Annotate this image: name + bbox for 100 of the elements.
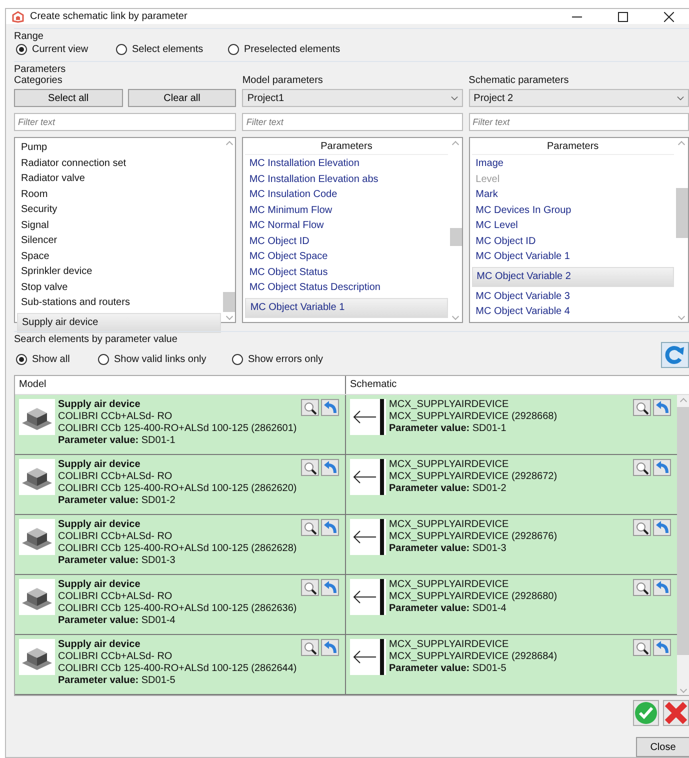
value-label: Parameter value: bbox=[58, 495, 139, 506]
element-title: Supply air device bbox=[58, 399, 142, 411]
list-item[interactable]: MC Object Variable 1 bbox=[245, 298, 448, 318]
list-item[interactable]: MC Object Space bbox=[245, 249, 448, 264]
list-item[interactable]: MC Minimum Flow bbox=[245, 202, 448, 218]
list-item[interactable]: MC Object Variable 1 bbox=[472, 249, 674, 264]
close-button[interactable]: Close bbox=[636, 737, 689, 757]
zoom-button[interactable] bbox=[633, 399, 651, 416]
element-detail: COLIBRI CCb 125-400-RO+ALSd 100-125 (2862620) bbox=[58, 483, 297, 495]
radio-option[interactable]: Current view bbox=[16, 44, 116, 55]
list-item[interactable]: MC Installation Elevation bbox=[245, 156, 448, 172]
zoom-button[interactable] bbox=[633, 639, 651, 656]
refresh-button[interactable] bbox=[661, 342, 689, 368]
list-item[interactable]: Sub-stations and routers bbox=[17, 295, 222, 310]
device-drawing bbox=[19, 639, 55, 675]
value-label: Parameter value: bbox=[389, 483, 470, 494]
list-item[interactable]: MC Object ID bbox=[245, 234, 448, 249]
zoom-button[interactable] bbox=[301, 459, 319, 476]
list-item[interactable]: Sprinkler device bbox=[17, 264, 222, 280]
maximize-icon[interactable] bbox=[618, 12, 628, 22]
action-button[interactable]: Clear all bbox=[128, 89, 236, 107]
list-item[interactable]: Stop valve bbox=[17, 280, 222, 295]
project-dropdown[interactable]: Project1 bbox=[242, 89, 463, 107]
radio-option[interactable]: Show all bbox=[16, 354, 98, 364]
list-item[interactable]: Mark bbox=[472, 187, 674, 202]
group-label: Search elements by parameter value bbox=[14, 334, 178, 345]
column-label: Model parameters bbox=[242, 75, 324, 86]
zoom-button[interactable] bbox=[301, 579, 319, 596]
list-item[interactable]: MC Level bbox=[472, 218, 674, 234]
list-item[interactable]: Room bbox=[17, 186, 222, 202]
action-button[interactable]: Select all bbox=[14, 89, 123, 107]
list-item[interactable]: MC Object Variable 3 bbox=[472, 288, 674, 304]
close-icon[interactable] bbox=[664, 12, 674, 22]
parameter-value: SD01-4 bbox=[141, 615, 176, 626]
column-header[interactable]: Schematic bbox=[346, 376, 677, 394]
list-item[interactable]: Pump bbox=[17, 140, 222, 156]
filter-field[interactable]: Filter text bbox=[14, 113, 236, 131]
radio-option[interactable]: Select elements bbox=[116, 44, 228, 55]
scrollbar[interactable] bbox=[677, 395, 689, 695]
column-header[interactable]: Model bbox=[15, 376, 346, 394]
element-detail: MCX_SUPPLYAIRDEVICE (2928672) bbox=[389, 471, 558, 483]
confirm-button[interactable] bbox=[633, 700, 659, 726]
element-title: Supply air device bbox=[58, 579, 142, 591]
zoom-button[interactable] bbox=[633, 519, 651, 536]
list-item[interactable]: MC Object Status Description bbox=[245, 280, 448, 296]
project-dropdown[interactable]: Project 2 bbox=[468, 89, 689, 107]
radio-option[interactable]: Show errors only bbox=[232, 354, 324, 364]
group-label: Parameters bbox=[14, 64, 67, 75]
list-item[interactable]: Image bbox=[472, 156, 674, 172]
scrollbar[interactable] bbox=[676, 138, 688, 322]
filter-field[interactable]: Filter text bbox=[468, 113, 689, 131]
list-item[interactable]: MC Object Status bbox=[245, 264, 448, 280]
element-type: COLIBRI CCb+ALSd- RO bbox=[58, 591, 174, 603]
element-type: COLIBRI CCb+ALSd- RO bbox=[58, 411, 174, 423]
parameter-value: SD01-2 bbox=[472, 483, 506, 494]
parameter-value: SD01-2 bbox=[141, 495, 176, 506]
radio-option[interactable]: Preselected elements bbox=[228, 44, 340, 55]
cancel-button[interactable] bbox=[663, 700, 689, 726]
zoom-button[interactable] bbox=[301, 399, 319, 416]
element-title: MCX_SUPPLYAIRDEVICE bbox=[389, 459, 510, 471]
element-title: Supply air device bbox=[58, 639, 142, 651]
radio-option[interactable]: Show valid links only bbox=[98, 354, 232, 364]
list-item[interactable]: Security bbox=[17, 202, 222, 218]
parameter-value: SD01-4 bbox=[472, 603, 506, 614]
list-item[interactable]: MC Installation Elevation abs bbox=[245, 172, 448, 187]
list-item[interactable]: Radiator valve bbox=[17, 171, 222, 186]
parameter-value: SD01-1 bbox=[141, 435, 176, 446]
list-item[interactable]: MC Object Variable 2 bbox=[472, 266, 674, 286]
list-item[interactable]: MC Devices In Group bbox=[472, 202, 674, 218]
app-logo-icon bbox=[12, 10, 24, 22]
value-label: Parameter value: bbox=[389, 663, 470, 674]
element-title: Supply air device bbox=[58, 459, 142, 471]
list-item[interactable]: Space bbox=[17, 248, 222, 264]
value-label: Parameter value: bbox=[58, 615, 139, 626]
element-detail: MCX_SUPPLYAIRDEVICE (2928680) bbox=[389, 591, 558, 603]
filter-field[interactable]: Filter text bbox=[242, 113, 463, 131]
element-type: COLIBRI CCb+ALSd- RO bbox=[58, 531, 174, 543]
scrollbar[interactable] bbox=[223, 138, 236, 322]
parameter-value: SD01-5 bbox=[472, 663, 506, 674]
list-item[interactable]: Silencer bbox=[17, 233, 222, 248]
zoom-button[interactable] bbox=[633, 459, 651, 476]
scrollbar[interactable] bbox=[450, 138, 462, 322]
zoom-button[interactable] bbox=[633, 579, 651, 596]
element-title: MCX_SUPPLYAIRDEVICE bbox=[389, 639, 510, 651]
list-item[interactable]: MC Object ID bbox=[472, 234, 674, 249]
element-title: MCX_SUPPLYAIRDEVICE bbox=[389, 519, 510, 531]
device-drawing bbox=[19, 459, 55, 495]
element-type: COLIBRI CCb+ALSd- RO bbox=[58, 471, 174, 483]
list-item[interactable]: Radiator connection set bbox=[17, 156, 222, 171]
device-drawing bbox=[19, 399, 55, 435]
link-symbol-drawing bbox=[350, 579, 386, 615]
list-item[interactable]: MC Insulation Code bbox=[245, 187, 448, 202]
zoom-button[interactable] bbox=[301, 639, 319, 656]
list-item[interactable]: MC Normal Flow bbox=[245, 218, 448, 234]
link-symbol-drawing bbox=[350, 399, 386, 435]
value-label: Parameter value: bbox=[58, 435, 139, 446]
zoom-button[interactable] bbox=[301, 519, 319, 536]
list-item[interactable]: Supply air device bbox=[17, 312, 222, 332]
list-item[interactable]: MC Object Variable 4 bbox=[472, 304, 674, 320]
list-item[interactable]: Signal bbox=[17, 218, 222, 233]
